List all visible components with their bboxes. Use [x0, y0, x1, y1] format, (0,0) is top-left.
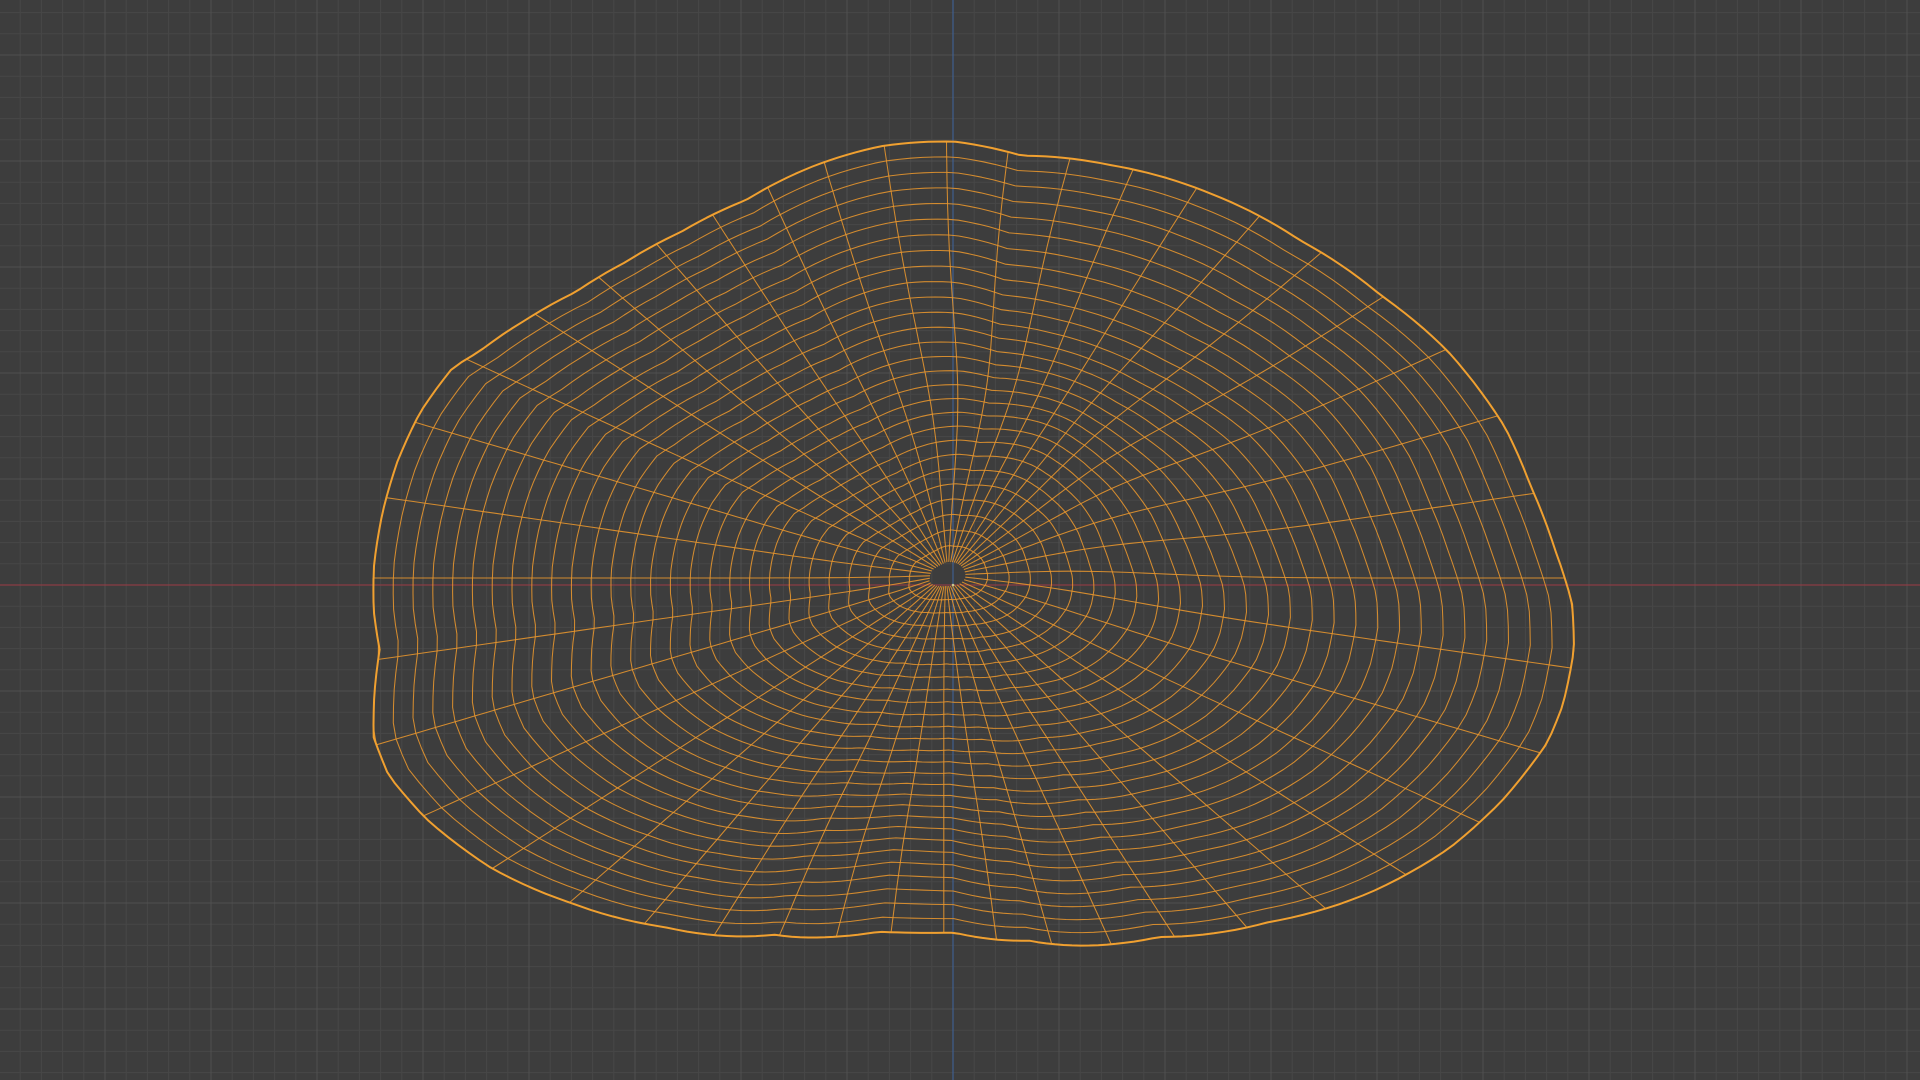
viewport-3d[interactable]: [0, 0, 1920, 1080]
viewport-canvas[interactable]: [0, 0, 1920, 1080]
object-origin-point: [951, 583, 955, 587]
